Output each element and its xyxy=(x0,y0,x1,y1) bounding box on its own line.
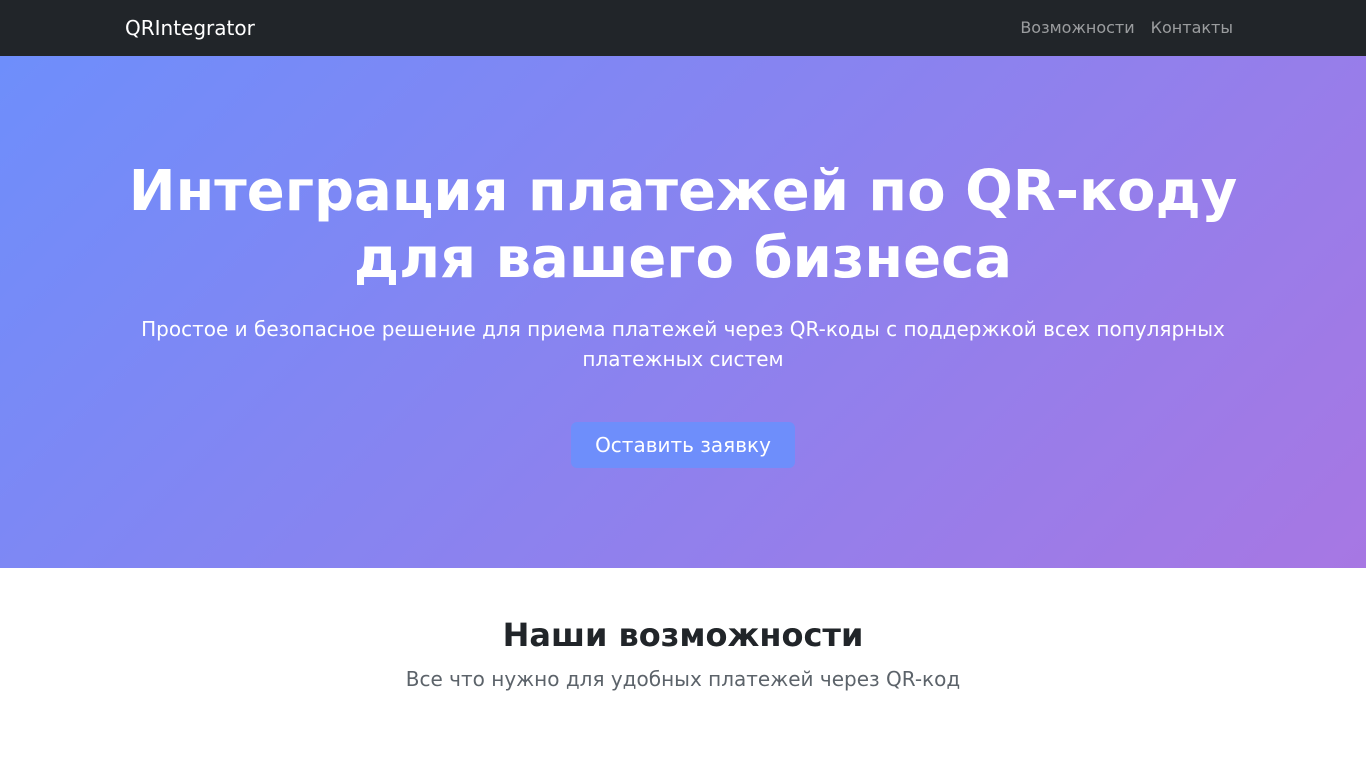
navbar: QRIntegrator Возможности Контакты xyxy=(0,0,1366,56)
features-subtitle: Все что нужно для удобных платежей через… xyxy=(405,667,961,691)
hero-subtitle-line: платежных систем xyxy=(582,347,784,371)
hero-title: Интеграция платежей по QR-коду для вашег… xyxy=(0,158,1366,292)
features-title: Наши возможности xyxy=(502,616,864,654)
brand-logo[interactable]: QRIntegrator xyxy=(125,15,255,41)
submit-request-button[interactable]: Оставить заявку xyxy=(571,422,795,468)
nav-link-contacts[interactable]: Контакты xyxy=(1151,17,1233,39)
hero-section: Интеграция платежей по QR-коду для вашег… xyxy=(0,56,1366,568)
hero-title-line: Интеграция платежей по QR-коду xyxy=(128,159,1238,224)
nav-links: Возможности Контакты xyxy=(1020,17,1233,39)
hero-subtitle-line: Простое и безопасное решение для приема … xyxy=(141,317,1225,341)
hero-subtitle: Простое и безопасное решение для приема … xyxy=(0,314,1366,374)
hero-title-line: для вашего бизнеса xyxy=(353,226,1013,291)
nav-link-features[interactable]: Возможности xyxy=(1020,17,1134,39)
